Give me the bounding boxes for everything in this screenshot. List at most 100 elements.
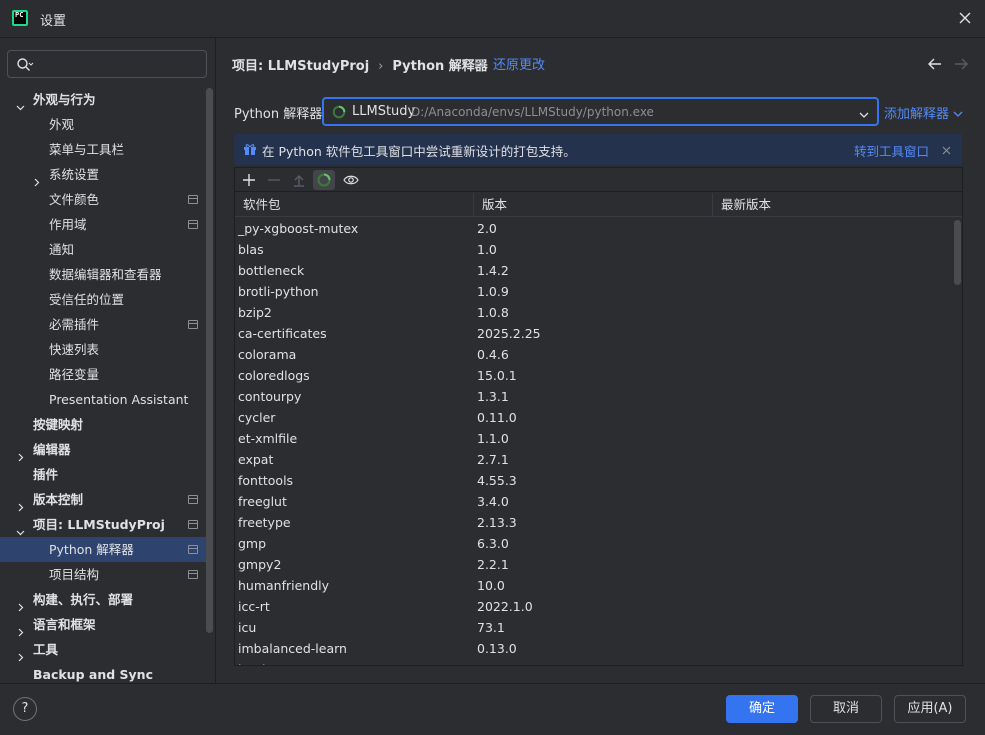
chevron-down-icon[interactable] — [16, 95, 25, 111]
go-to-tool-window-link[interactable]: 转到工具窗口 — [854, 141, 929, 160]
sidebar-item[interactable]: 系统设置 — [0, 162, 206, 187]
table-row[interactable]: brotli-python 1.0.9 — [235, 281, 953, 302]
column-header-latest-version[interactable]: 最新版本 — [713, 193, 962, 217]
column-header-package[interactable]: 软件包 — [235, 193, 474, 217]
breadcrumb-page: Python 解释器 — [392, 59, 488, 74]
table-row[interactable]: gmp 6.3.0 — [235, 533, 953, 554]
remove-package-button[interactable] — [263, 170, 285, 190]
interpreter-dropdown[interactable]: LLMStudy D:/Anaconda/envs/LLMStudy/pytho… — [322, 97, 879, 126]
sidebar-item[interactable]: Presentation Assistant — [0, 387, 206, 412]
add-package-button[interactable] — [238, 170, 260, 190]
sidebar-item[interactable]: 必需插件 — [0, 312, 206, 337]
table-row[interactable]: icu 73.1 — [235, 617, 953, 638]
sidebar-item-label: 系统设置 — [49, 167, 100, 182]
package-version-cell: 4.55.3 — [477, 473, 517, 488]
sidebar-item[interactable]: 通知 — [0, 237, 206, 262]
sidebar-item[interactable]: 工具 — [0, 637, 206, 662]
package-table-scrollbar[interactable] — [954, 220, 961, 285]
table-row[interactable]: ca-certificates 2025.2.25 — [235, 323, 953, 344]
project-scope-icon — [188, 495, 198, 504]
table-row[interactable]: bottleneck 1.4.2 — [235, 260, 953, 281]
chevron-down-icon[interactable] — [16, 520, 25, 536]
table-row[interactable]: bzip2 1.0.8 — [235, 302, 953, 323]
chevron-right-icon[interactable] — [16, 595, 25, 612]
settings-search-input[interactable] — [38, 54, 198, 74]
sidebar-item[interactable]: 受信任的位置 — [0, 287, 206, 312]
table-row[interactable]: et-xmlfile 1.1.0 — [235, 428, 953, 449]
chevron-right-icon[interactable] — [16, 445, 25, 462]
help-button[interactable]: ? — [13, 697, 37, 721]
package-version-cell: 3.4.0 — [477, 494, 509, 509]
sidebar-item-label: 语言和框架 — [33, 617, 96, 632]
settings-search-box[interactable] — [7, 50, 207, 78]
sidebar-item[interactable]: 路径变量 — [0, 362, 206, 387]
close-icon[interactable] — [957, 10, 973, 26]
sidebar-item-label: 数据编辑器和查看器 — [49, 267, 162, 282]
sidebar-item[interactable]: 外观与行为 — [0, 87, 206, 112]
chevron-right-icon[interactable] — [16, 620, 25, 637]
table-row[interactable]: coloredlogs 15.0.1 — [235, 365, 953, 386]
table-row[interactable]: freetype 2.13.3 — [235, 512, 953, 533]
table-row[interactable]: freeglut 3.4.0 — [235, 491, 953, 512]
chevron-right-icon[interactable] — [16, 495, 25, 512]
package-name-cell: ca-certificates — [238, 326, 327, 341]
sidebar-item[interactable]: 数据编辑器和查看器 — [0, 262, 206, 287]
sidebar-item[interactable]: 作用域 — [0, 212, 206, 237]
package-name-cell: bottleneck — [238, 263, 305, 278]
sidebar-item[interactable]: 按键映射 — [0, 412, 206, 437]
back-arrow-icon[interactable] — [927, 57, 943, 71]
sidebar-item[interactable]: 菜单与工具栏 — [0, 137, 206, 162]
sidebar-item[interactable]: 编辑器 — [0, 437, 206, 462]
sidebar-item[interactable]: 插件 — [0, 462, 206, 487]
chevron-right-icon[interactable] — [32, 170, 41, 187]
refresh-packages-button[interactable] — [313, 170, 335, 190]
package-version-cell: 2025.2.25 — [477, 326, 541, 341]
table-row[interactable]: _py-xgboost-mutex 2.0 — [235, 218, 953, 239]
sidebar-item[interactable]: 版本控制 — [0, 487, 206, 512]
table-row[interactable]: cycler 0.11.0 — [235, 407, 953, 428]
sidebar-item[interactable]: 文件颜色 — [0, 187, 206, 212]
add-interpreter-button[interactable]: 添加解释器 — [884, 103, 963, 122]
package-version-cell: 1.0 — [477, 242, 497, 257]
show-early-releases-button[interactable] — [340, 170, 362, 190]
table-row[interactable]: gmpy2 2.2.1 — [235, 554, 953, 575]
package-version-cell: 10.0 — [477, 578, 505, 593]
breadcrumb-project: 项目: LLMStudyProj — [232, 59, 370, 74]
ok-button[interactable]: 确定 — [726, 695, 798, 723]
table-row[interactable]: humanfriendly 10.0 — [235, 575, 953, 596]
sidebar-item-label: 文件颜色 — [49, 192, 100, 207]
sidebar-item[interactable]: Backup and Sync — [0, 662, 206, 683]
sidebar-item[interactable]: 快速列表 — [0, 337, 206, 362]
table-row[interactable]: fonttools 4.55.3 — [235, 470, 953, 491]
upgrade-package-button[interactable] — [288, 170, 310, 190]
package-name-cell: humanfriendly — [238, 578, 330, 593]
package-name-cell: icu — [238, 620, 257, 635]
package-version-cell: 1.0.8 — [477, 305, 509, 320]
table-row[interactable]: icc-rt 2022.1.0 — [235, 596, 953, 617]
table-row[interactable]: expat 2.7.1 — [235, 449, 953, 470]
column-header-version[interactable]: 版本 — [474, 193, 713, 217]
package-version-cell: 0.4.6 — [477, 347, 509, 362]
chevron-right-icon[interactable] — [16, 645, 25, 662]
search-icon[interactable] — [16, 57, 34, 73]
package-name-cell: icc-rt — [238, 599, 270, 614]
sidebar-item[interactable]: 项目结构 — [0, 562, 206, 587]
apply-button[interactable]: 应用(A) — [894, 695, 966, 723]
cancel-button[interactable]: 取消 — [810, 695, 882, 723]
table-row[interactable]: blas 1.0 — [235, 239, 953, 260]
forward-arrow-icon[interactable] — [953, 57, 969, 71]
table-row[interactable]: colorama 0.4.6 — [235, 344, 953, 365]
sidebar-item[interactable]: Python 解释器 — [0, 537, 206, 562]
table-row[interactable]: contourpy 1.3.1 — [235, 386, 953, 407]
revert-changes-link[interactable]: 还原更改 — [493, 54, 545, 73]
chevron-down-icon[interactable] — [859, 108, 869, 118]
sidebar-scrollbar[interactable] — [206, 88, 213, 633]
sidebar-item[interactable]: 语言和框架 — [0, 612, 206, 637]
table-row[interactable]: imbalanced-learn 0.13.0 — [235, 638, 953, 659]
sidebar-item[interactable]: 构建、执行、部署 — [0, 587, 206, 612]
sidebar-item[interactable]: 项目: LLMStudyProj — [0, 512, 206, 537]
sidebar-item[interactable]: 外观 — [0, 112, 206, 137]
table-row[interactable]: intel-openmp 2023.1.0 — [235, 659, 953, 665]
close-icon[interactable] — [942, 144, 951, 155]
project-scope-icon — [188, 570, 198, 579]
